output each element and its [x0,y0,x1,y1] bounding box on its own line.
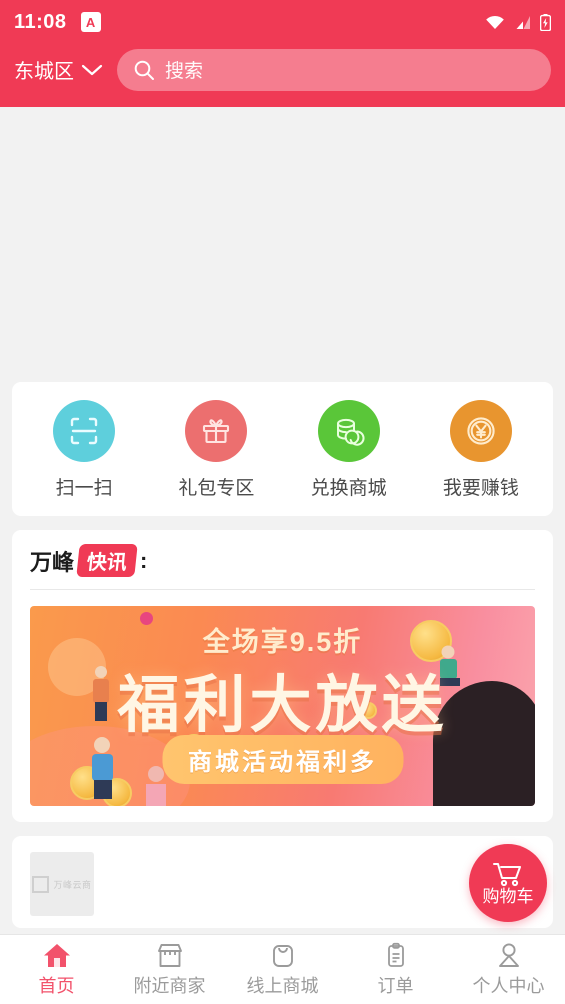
quick-actions-card: 扫一扫 礼包专区 兑换商城 我要赚钱 [12,382,553,516]
tab-label: 首页 [38,975,75,996]
tab-orders[interactable]: 订单 [339,942,452,998]
promo-pill-text: 商城活动福利多 [162,735,403,784]
tab-online-mall[interactable]: 线上商城 [226,942,339,998]
status-bar-time: 11:08 [14,10,67,33]
tab-label: 个人中心 [472,975,545,996]
placeholder-mark [32,875,50,893]
news-brand: 万峰 [30,549,75,575]
tab-label: 订单 [377,975,414,996]
floating-cart-label: 购物车 [482,886,534,906]
quick-action-earn[interactable]: 我要赚钱 [415,400,547,500]
page-body: 扫一扫 礼包专区 兑换商城 我要赚钱 万峰 快讯: 全场享9.5折 福利大放送… [0,107,565,934]
chevron-down-icon [81,64,103,75]
thumbnail-watermark: 万峰云商 [53,879,92,890]
quick-action-scan[interactable]: 扫一扫 [18,400,150,500]
app-root: 11:08 A 东城区 搜索 扫一扫 礼包专区 兑换商城 我要赚钱 万峰 快讯 … [0,0,565,1004]
news-colon: : [140,547,148,573]
news-divider [30,589,535,590]
status-bar-icons [485,13,551,31]
person-icon [498,942,519,967]
signal-icon [516,15,530,29]
quick-action-label: 扫一扫 [55,478,113,499]
news-header: 万峰 快讯 : [30,544,535,577]
shopping-cart-icon [493,862,521,886]
tab-profile[interactable]: 个人中心 [452,942,565,998]
wifi-icon [486,15,504,29]
coins-icon [317,400,380,462]
status-bar: 11:08 A [0,0,565,44]
app-notification-icon: A [80,12,101,32]
news-card: 万峰 快讯 : 全场享9.5折 福利大放送 商城活动福利多 [12,530,553,822]
promo-banner[interactable]: 全场享9.5折 福利大放送 商城活动福利多 [30,606,535,806]
search-input[interactable]: 搜索 [117,48,551,91]
quick-action-gift[interactable]: 礼包专区 [150,400,282,500]
location-label: 东城区 [14,61,74,83]
gift-icon [185,400,248,462]
tab-home[interactable]: 首页 [0,942,113,998]
image-placeholder-icon: 万峰云商 [30,852,94,916]
battery-charging-icon [540,13,551,31]
yen-coin-icon [449,400,512,462]
search-icon [134,60,154,80]
home-icon [43,943,70,967]
promo-headline: 福利大放送 [117,671,448,740]
news-badge: 快讯 [76,544,138,577]
app-header: 东城区 搜索 [0,44,565,107]
clipboard-icon [387,942,404,967]
shopping-bag-icon [272,944,293,967]
scan-icon [53,400,116,462]
quick-action-label: 我要赚钱 [442,478,519,499]
tab-nearby-merchants[interactable]: 附近商家 [113,942,226,998]
quick-action-label: 礼包专区 [178,478,255,499]
tab-label: 附近商家 [133,975,206,996]
search-placeholder: 搜索 [165,61,204,82]
quick-action-label: 兑换商城 [310,478,387,499]
location-selector[interactable]: 东城区 [14,55,103,84]
quick-action-exchange[interactable]: 兑换商城 [283,400,415,500]
floating-cart-button[interactable]: 购物车 [469,844,547,922]
storefront-icon [157,943,182,967]
carousel-placeholder[interactable] [0,107,565,382]
bottom-tab-bar: 首页 附近商家 线上商城 订单 个人中心 [0,934,565,1004]
tab-label: 线上商城 [246,975,319,996]
